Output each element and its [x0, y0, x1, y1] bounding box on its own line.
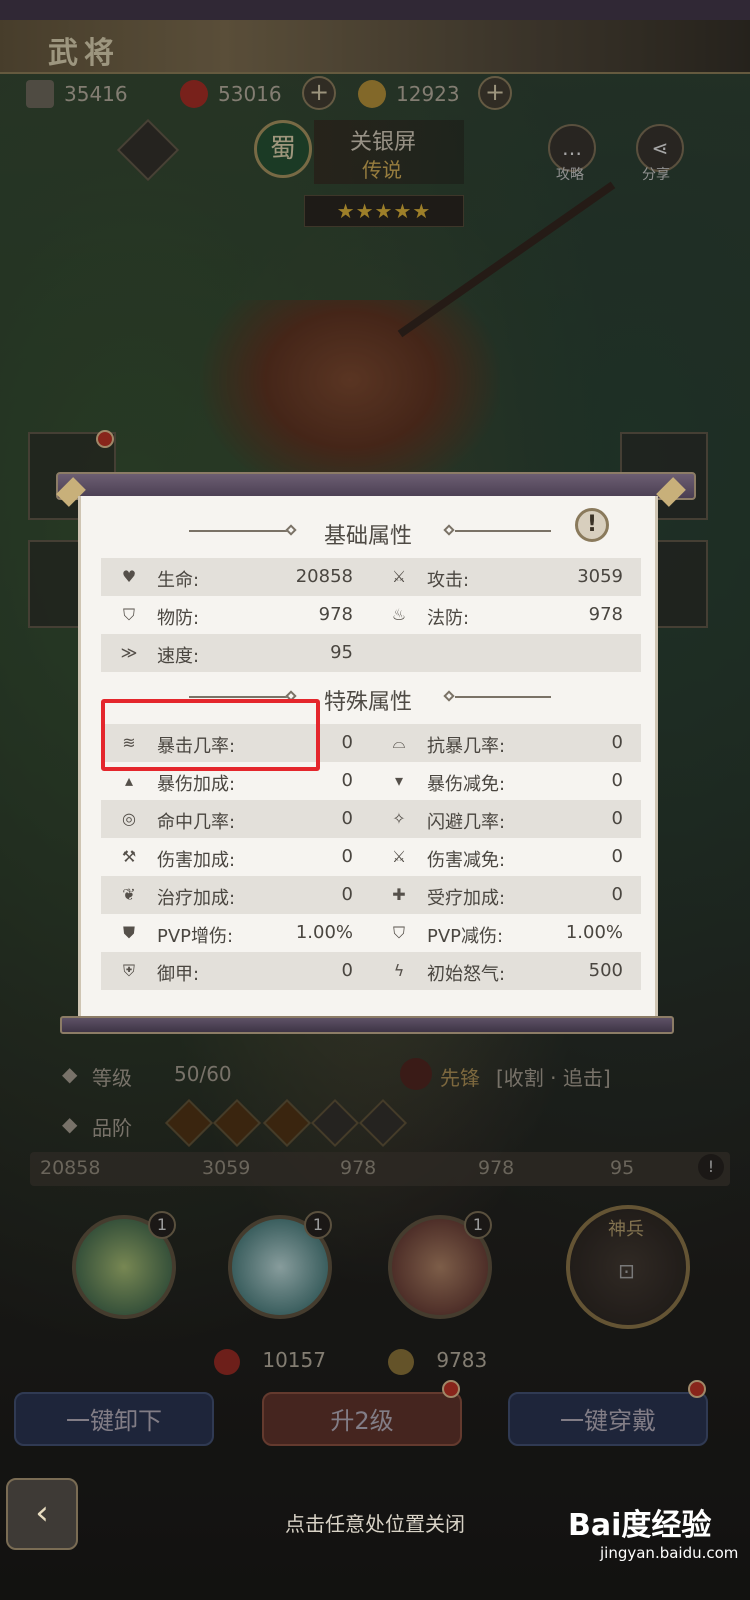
basic-attributes-title: 基础属性	[323, 524, 412, 549]
heal-icon: ❦	[122, 885, 136, 904]
anti-crit-icon: ⌓	[392, 733, 406, 752]
pdef-label: 物防:	[157, 608, 200, 629]
anti-crit-label: 抗暴几率:	[427, 736, 506, 757]
receive-heal-value: 0	[611, 884, 623, 905]
hp-label: 生命:	[157, 570, 200, 591]
basic-row-3: ≫ 速度: 95	[101, 634, 641, 672]
mdef-value: 978	[588, 604, 623, 625]
basic-row-2: ⛉ 物防: 978 ♨ 法防: 978	[101, 596, 641, 634]
anti-crit-cell: ⌓ 抗暴几率: 0	[371, 724, 641, 762]
rage-icon: ϟ	[393, 961, 405, 980]
watermark-brand: Bai度经验	[568, 1508, 712, 1543]
pvp-reduce-cell: ⛉ PVP减伤: 1.00%	[371, 914, 641, 952]
mdef-cell: ♨ 法防: 978	[371, 596, 641, 634]
pvp-damage-value: 1.00%	[295, 922, 353, 943]
damage-up-icon: ⚒	[121, 847, 137, 866]
attack-value: 3059	[577, 566, 623, 587]
initial-rage-value: 500	[588, 960, 623, 981]
hp-cell: ♥ 生命: 20858	[101, 558, 371, 596]
crit-reduce-value: 0	[611, 770, 623, 791]
crit-rate-value: 0	[341, 732, 353, 753]
armor-cell: ⛨ 御甲: 0	[101, 952, 371, 990]
sword-icon: ⚔	[391, 567, 407, 586]
crit-reduce-icon: ▾	[394, 771, 404, 790]
special-row-3: ◎ 命中几率: 0 ✧ 闪避几率: 0	[101, 800, 641, 838]
hit-rate-label: 命中几率:	[157, 812, 236, 833]
basic-row-1: ♥ 生命: 20858 ⚔ 攻击: 3059	[101, 558, 641, 596]
special-row-5: ❦ 治疗加成: 0 ✚ 受疗加成: 0	[101, 876, 641, 914]
hp-value: 20858	[295, 566, 353, 587]
heart-icon: ♥	[121, 567, 137, 586]
pvp-down-icon: ⛉	[392, 923, 405, 942]
pvp-reduce-value: 1.00%	[565, 922, 623, 943]
basic-title-line-right	[455, 530, 551, 532]
speed-cell: ≫ 速度: 95	[101, 634, 371, 672]
damage-reduce-value: 0	[611, 846, 623, 867]
damage-up-label: 伤害加成:	[157, 850, 236, 871]
dodge-label: 闪避几率:	[427, 812, 506, 833]
damage-reduce-icon: ⚔	[391, 847, 407, 866]
heal-bonus-value: 0	[341, 884, 353, 905]
pvp-damage-label: PVP增伤:	[157, 926, 234, 947]
info-button[interactable]: !	[575, 508, 609, 542]
dodge-value: 0	[611, 808, 623, 829]
special-row-4: ⚒ 伤害加成: 0 ⚔ 伤害减免: 0	[101, 838, 641, 876]
crit-damage-value: 0	[341, 770, 353, 791]
watermark-url: jingyan.baidu.com	[600, 1544, 739, 1562]
heal-bonus-label: 治疗加成:	[157, 888, 236, 909]
receive-heal-icon: ✚	[392, 885, 406, 904]
scroll-bottom-rod	[60, 1016, 674, 1034]
speed-icon: ≫	[120, 643, 138, 662]
initial-rage-cell: ϟ 初始怒气: 500	[371, 952, 641, 990]
dodge-cell: ✧ 闪避几率: 0	[371, 800, 641, 838]
special-row-6: ⛊ PVP增伤: 1.00% ⛉ PVP减伤: 1.00%	[101, 914, 641, 952]
damage-up-value: 0	[341, 846, 353, 867]
hit-rate-value: 0	[341, 808, 353, 829]
special-row-7: ⛨ 御甲: 0 ϟ 初始怒气: 500	[101, 952, 641, 990]
dodge-icon: ✧	[392, 809, 406, 828]
mdef-label: 法防:	[427, 608, 470, 629]
flame-icon: ♨	[391, 605, 407, 624]
special-title-line-right	[455, 696, 551, 698]
pvp-up-icon: ⛊	[122, 923, 135, 942]
crit-rate-highlight-box	[101, 699, 320, 771]
crit-reduce-cell: ▾ 暴伤减免: 0	[371, 762, 641, 800]
armor-icon: ⛨	[122, 961, 135, 980]
damage-reduce-cell: ⚔ 伤害减免: 0	[371, 838, 641, 876]
hit-rate-cell: ◎ 命中几率: 0	[101, 800, 371, 838]
receive-heal-label: 受疗加成:	[427, 888, 506, 909]
anti-crit-value: 0	[611, 732, 623, 753]
pdef-value: 978	[318, 604, 353, 625]
heal-bonus-cell: ❦ 治疗加成: 0	[101, 876, 371, 914]
initial-rage-label: 初始怒气:	[427, 964, 506, 985]
armor-value: 0	[341, 960, 353, 981]
crit-damage-label: 暴伤加成:	[157, 774, 236, 795]
pdef-cell: ⛉ 物防: 978	[101, 596, 371, 634]
speed-label: 速度:	[157, 646, 200, 667]
shield-icon: ⛉	[122, 605, 135, 624]
damage-up-cell: ⚒ 伤害加成: 0	[101, 838, 371, 876]
receive-heal-cell: ✚ 受疗加成: 0	[371, 876, 641, 914]
speed-value: 95	[330, 642, 353, 663]
crit-damage-icon: ▴	[124, 771, 134, 790]
crit-reduce-label: 暴伤减免:	[427, 774, 506, 795]
pvp-reduce-label: PVP减伤:	[427, 926, 504, 947]
pvp-damage-cell: ⛊ PVP增伤: 1.00%	[101, 914, 371, 952]
attack-label: 攻击:	[427, 570, 470, 591]
damage-reduce-label: 伤害减免:	[427, 850, 506, 871]
target-icon: ◎	[122, 809, 136, 828]
attack-cell: ⚔ 攻击: 3059	[371, 558, 641, 596]
armor-label: 御甲:	[157, 964, 200, 985]
